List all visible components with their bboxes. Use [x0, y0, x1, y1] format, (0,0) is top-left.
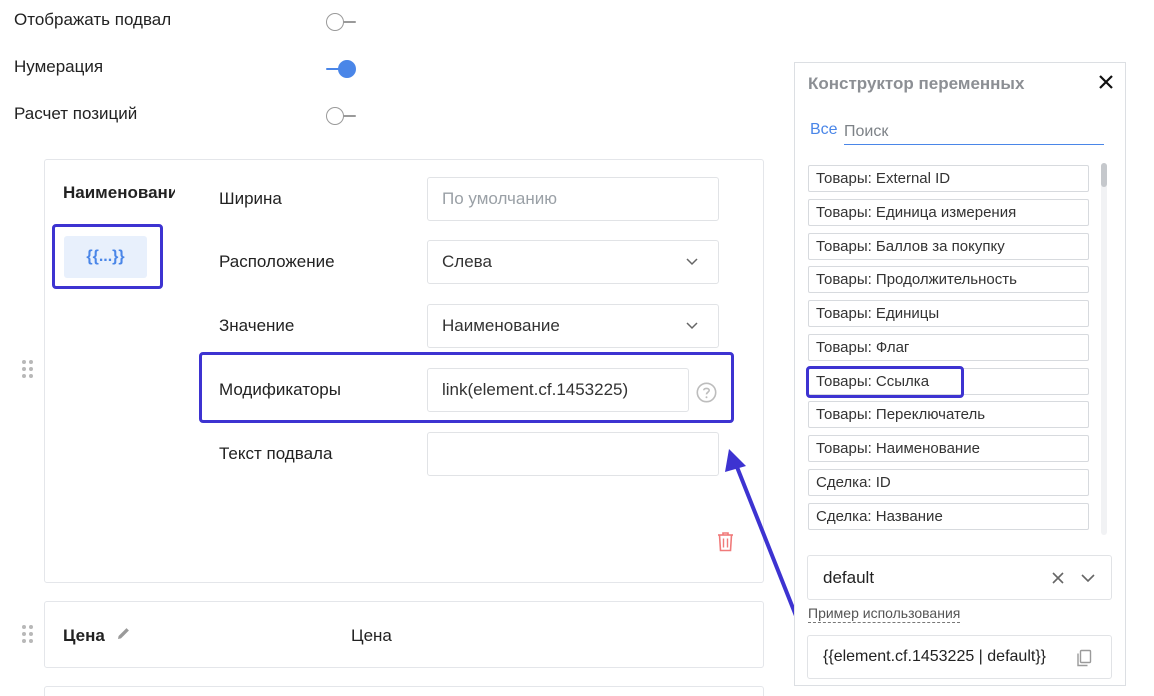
variable-item[interactable]: Товары: Продолжительность: [808, 266, 1089, 293]
panel-title: Конструктор переменных: [808, 74, 1025, 93]
copy-icon[interactable]: [1075, 649, 1093, 667]
variable-item[interactable]: Товары: Флаг: [808, 334, 1089, 361]
close-icon[interactable]: [1097, 73, 1115, 91]
variable-item[interactable]: Товары: External ID: [808, 165, 1089, 192]
scroll-thumb[interactable]: [1101, 163, 1107, 187]
variable-item[interactable]: Сделка: Название: [808, 503, 1089, 530]
default-select[interactable]: default: [807, 555, 1112, 600]
variable-item[interactable]: Товары: Единица измерения: [808, 199, 1089, 226]
default-select-value: default: [823, 567, 875, 587]
variable-item[interactable]: Товары: Баллов за покупку: [808, 233, 1089, 260]
search-input[interactable]: [844, 119, 1104, 145]
example-box: {{element.cf.1453225 | default}}: [807, 635, 1112, 679]
clear-icon[interactable]: [1051, 571, 1065, 585]
highlight-link-item: [806, 366, 964, 398]
example-value: {{element.cf.1453225 | default}}: [823, 648, 1047, 665]
variable-item[interactable]: Товары: Переключатель: [808, 401, 1089, 428]
variable-item[interactable]: Товары: Единицы: [808, 300, 1089, 327]
tab-all[interactable]: Все: [810, 121, 838, 139]
variable-item[interactable]: Товары: Наименование: [808, 435, 1089, 462]
chevron-down-icon[interactable]: [1081, 572, 1095, 584]
scrollbar[interactable]: [1101, 163, 1107, 535]
variable-item[interactable]: Сделка: ID: [808, 469, 1089, 496]
example-label: Пример использования: [808, 605, 961, 623]
variable-constructor-panel: Конструктор переменных Все Товары: Exter…: [794, 62, 1126, 686]
